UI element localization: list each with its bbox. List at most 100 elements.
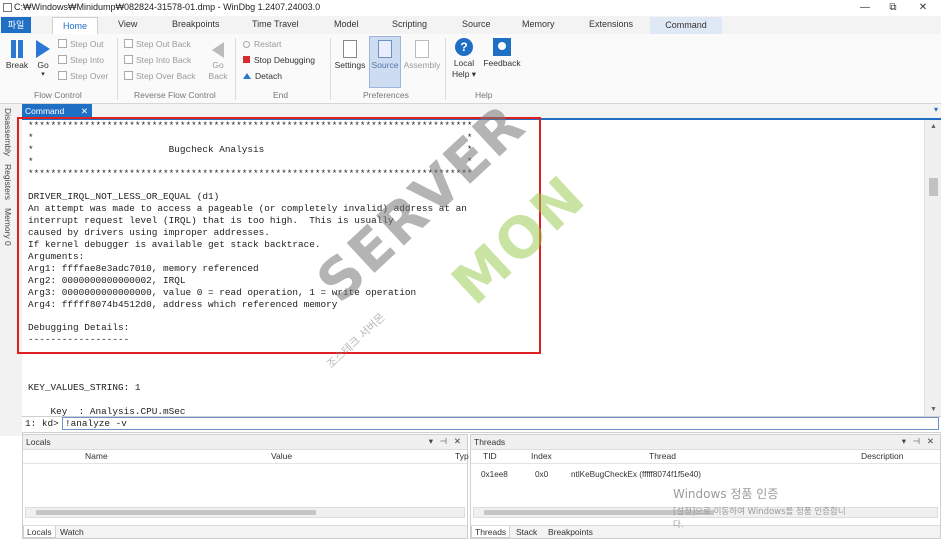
thread-name: ntlKeBugCheckEx (fffff8074f1f5e40) — [571, 470, 702, 479]
pin-icon[interactable]: ⊣ — [913, 436, 920, 447]
settings-label: Settings — [334, 60, 366, 70]
restore-button[interactable]: ⧉ — [879, 0, 907, 16]
tab-memory[interactable]: Memory — [522, 19, 555, 29]
break-label: Break — [5, 60, 29, 70]
tab-extensions[interactable]: Extensions — [589, 19, 633, 29]
flow-control-label: Flow Control — [34, 90, 82, 100]
go-label: Go — [37, 60, 49, 70]
chevron-down-icon[interactable]: ▾ — [429, 436, 433, 447]
step-into-back-icon — [124, 55, 133, 64]
step-over-button[interactable]: Step Over — [58, 71, 108, 81]
settings-button[interactable]: Settings — [334, 40, 366, 70]
step-out-label: Step Out — [70, 39, 104, 49]
pin-icon[interactable]: ⊣ — [440, 436, 447, 447]
tab-scripting[interactable]: Scripting — [392, 19, 427, 29]
tab-command-window[interactable]: Command ✕ — [22, 104, 92, 118]
group-separator — [445, 38, 446, 100]
command-input[interactable]: !analyze -v — [62, 417, 939, 430]
reverse-flow-control-label: Reverse Flow Control — [134, 90, 216, 100]
tab-file[interactable]: 파일 — [1, 17, 31, 33]
scroll-up-icon[interactable]: ▲ — [930, 123, 937, 130]
scrollbar-thumb[interactable] — [36, 510, 316, 515]
tab-home[interactable]: Home — [52, 17, 98, 34]
step-out-back-button[interactable]: Step Out Back — [124, 39, 191, 49]
detach-button[interactable]: Detach — [243, 71, 282, 81]
scrollbar-thumb[interactable] — [929, 178, 938, 196]
tab-command[interactable]: Command — [650, 17, 722, 34]
ribbon-tabs: 파일 Home View Breakpoints Time Travel Mod… — [0, 16, 941, 35]
tab-locals[interactable]: Locals — [23, 526, 56, 538]
close-icon[interactable]: ✕ — [81, 104, 88, 118]
step-into-back-label: Step Into Back — [136, 55, 192, 65]
tab-breakpoints-pane[interactable]: Breakpoints — [545, 526, 596, 538]
assembly-label: Assembly — [403, 60, 441, 70]
output-scrollbar[interactable]: ▲ ▼ — [924, 120, 941, 416]
break-button[interactable]: Break — [4, 40, 30, 70]
column-index[interactable]: Index — [531, 451, 552, 461]
thread-tid: 0x1ee8 — [481, 470, 508, 479]
tab-model[interactable]: Model — [334, 19, 359, 29]
preferences-label: Preferences — [363, 90, 409, 100]
group-separator — [330, 38, 331, 100]
tab-view[interactable]: View — [118, 19, 137, 29]
chevron-down-icon[interactable]: ▾ — [934, 105, 938, 114]
go-back-button[interactable]: Go Back — [206, 42, 230, 82]
step-over-back-button[interactable]: Step Over Back — [124, 71, 196, 81]
help-icon: ? — [455, 38, 473, 56]
step-into-icon — [58, 55, 67, 64]
command-input-bar: 1: kd> !analyze -v — [22, 416, 941, 433]
go-button[interactable]: Go ▾ — [32, 40, 54, 78]
locals-title: Locals — [26, 437, 51, 447]
restart-button[interactable]: Restart — [243, 39, 281, 49]
locals-pane: Locals ▾ ⊣ ✕ Name Value Typ Locals Watch — [22, 434, 469, 539]
vtab-registers[interactable]: Registers — [3, 164, 13, 200]
close-window-button[interactable]: ✕ — [909, 0, 937, 16]
minimize-button[interactable]: — — [851, 0, 879, 16]
restart-icon — [243, 41, 250, 48]
scroll-down-icon[interactable]: ▼ — [930, 406, 937, 413]
close-icon[interactable]: ✕ — [927, 436, 934, 447]
command-prompt: 1: kd> — [25, 418, 59, 429]
locals-hscrollbar[interactable] — [25, 507, 465, 518]
threads-pane-header: Threads ▾ ⊣ ✕ — [471, 435, 940, 450]
group-separator — [235, 38, 236, 100]
windows-activation-notice: Windows 정품 인증 [설정]으로 이동하여 Windows를 정품 인증… — [673, 485, 846, 530]
vtab-memory[interactable]: Memory 0 — [3, 208, 13, 246]
local-help-label: Local Help — [451, 58, 475, 79]
column-tid[interactable]: TID — [483, 451, 497, 461]
stop-debugging-button[interactable]: Stop Debugging — [243, 55, 315, 65]
go-back-label: Go Back — [208, 60, 228, 81]
restart-label: Restart — [254, 39, 282, 49]
source-label: Source — [371, 60, 399, 70]
assembly-icon — [415, 40, 429, 58]
column-description[interactable]: Description — [861, 451, 904, 461]
feedback-button[interactable]: Feedback — [482, 38, 522, 68]
feedback-label: Feedback — [483, 58, 521, 68]
step-into-back-button[interactable]: Step Into Back — [124, 55, 191, 65]
step-out-button[interactable]: Step Out — [58, 39, 104, 49]
column-type[interactable]: Typ — [455, 451, 469, 461]
tab-threads[interactable]: Threads — [471, 526, 511, 538]
column-thread[interactable]: Thread — [649, 451, 676, 461]
step-into-button[interactable]: Step Into — [58, 55, 104, 65]
pause-icon — [9, 40, 25, 58]
chevron-down-icon[interactable]: ▾ — [902, 436, 906, 447]
chevron-down-icon: ▾ — [41, 71, 45, 78]
tab-source[interactable]: Source — [462, 19, 491, 29]
vtab-disassembly[interactable]: Disassembly — [3, 108, 13, 156]
column-name[interactable]: Name — [85, 451, 108, 461]
tab-time-travel[interactable]: Time Travel — [252, 19, 299, 29]
tab-stack[interactable]: Stack — [513, 526, 540, 538]
tab-watch[interactable]: Watch — [57, 526, 87, 538]
stop-icon — [243, 56, 250, 63]
local-help-button[interactable]: ? Local Help ▾ — [450, 38, 478, 80]
tab-breakpoints[interactable]: Breakpoints — [172, 19, 220, 29]
window-title: C:₩Windows₩Minidump₩082824-31578-01.dmp … — [14, 2, 321, 12]
activation-text: [설정]으로 이동하여 Windows를 정품 인증합니 — [673, 507, 846, 517]
locals-bottom-tabs: Locals Watch — [23, 525, 467, 538]
column-value[interactable]: Value — [271, 451, 292, 461]
activation-text-continued: 다. — [673, 520, 684, 530]
assembly-button[interactable]: Assembly — [403, 40, 441, 70]
close-icon[interactable]: ✕ — [454, 436, 461, 447]
source-button[interactable]: Source — [369, 40, 401, 70]
